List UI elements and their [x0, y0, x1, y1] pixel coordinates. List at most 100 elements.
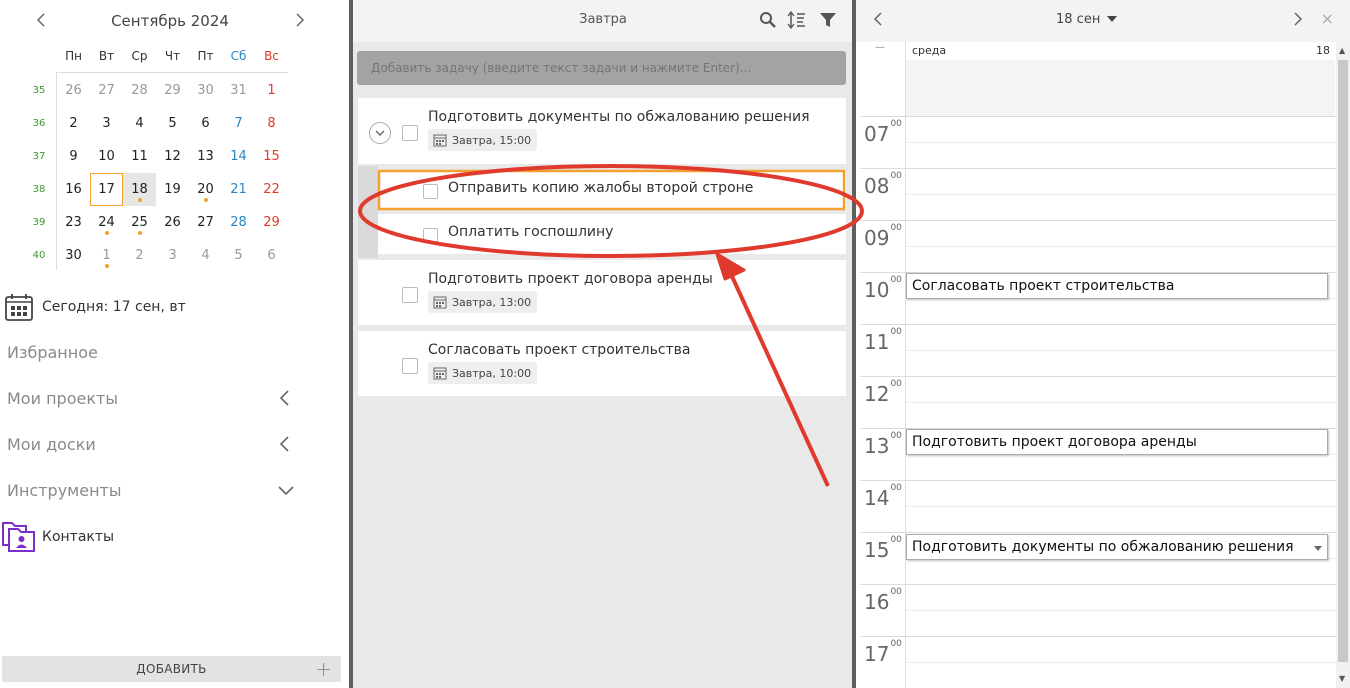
calendar-day[interactable]: 3 [156, 239, 189, 272]
subtask-title[interactable]: Оплатить госпошлину [448, 224, 613, 240]
calendar-day[interactable]: 29 [255, 206, 288, 239]
week-number: 37 [32, 151, 46, 162]
caret-down-icon[interactable] [1314, 546, 1322, 551]
calendar-day[interactable]: 6 [255, 239, 288, 272]
allday-collapse[interactable]: — [875, 42, 885, 53]
calendar-month-title[interactable]: Сентябрь 2024 [90, 12, 250, 30]
add-task-input[interactable] [357, 51, 846, 85]
calendar-day-today[interactable]: 17 [90, 173, 123, 206]
calendar-icon [433, 367, 447, 380]
expand-toggle[interactable] [369, 122, 391, 144]
day-prev-button[interactable] [872, 8, 884, 35]
hour-label: 0700 [864, 119, 902, 146]
calendar-day-label: 24 [98, 215, 115, 230]
task-title[interactable]: Подготовить проект договора аренды [428, 271, 713, 287]
calendar-divider [56, 72, 288, 73]
hour-value: 16 [864, 590, 890, 614]
nav-favorites[interactable]: Избранное [0, 337, 300, 367]
subtask-title[interactable]: Отправить копию жалобы второй строне [448, 180, 753, 196]
hour-line [860, 324, 1336, 325]
calendar-day[interactable]: 14 [222, 140, 255, 173]
day-date-dropdown[interactable]: 18 сен [1056, 12, 1118, 27]
calendar-day[interactable]: 9 [57, 140, 90, 173]
calendar-day[interactable]: 8 [255, 107, 288, 140]
week-number: 38 [32, 184, 46, 195]
calendar-day[interactable]: 23 [57, 206, 90, 239]
minute-value: 00 [890, 327, 902, 337]
left-panel: Сентябрь 2024 Пн Вт Ср Чт Пт Сб Вс 35 36… [0, 0, 349, 688]
hour-label: 1500 [864, 535, 902, 562]
scroll-down-icon[interactable]: ▼ [1339, 674, 1345, 683]
close-icon[interactable]: × [1321, 9, 1334, 28]
subtask-item[interactable]: Отправить копию жалобы второй строне [378, 170, 846, 210]
nav-my-projects[interactable]: Мои проекты [0, 383, 300, 413]
calendar-event[interactable]: Подготовить документы по обжалованию реш… [906, 534, 1328, 560]
calendar-day[interactable]: 19 [156, 173, 189, 206]
subtask-checkbox[interactable] [423, 228, 438, 243]
calendar-next-button[interactable] [294, 8, 306, 37]
event-dot [105, 231, 109, 235]
calendar-day[interactable]: 25 [123, 206, 156, 239]
day-view-scrollbar[interactable]: ▲ ▼ [1336, 42, 1350, 688]
allday-events-area[interactable] [905, 60, 1335, 116]
today-link[interactable]: Сегодня: 17 сен, вт [4, 292, 186, 322]
calendar-day[interactable]: 24 [90, 206, 123, 239]
calendar-day[interactable]: 26 [57, 74, 90, 107]
day-next-button[interactable] [1292, 8, 1304, 35]
calendar-day[interactable]: 1 [90, 239, 123, 272]
task-date-badge: Завтра, 15:00 [428, 129, 538, 151]
calendar-day[interactable]: 30 [57, 239, 90, 272]
calendar-day[interactable]: 7 [222, 107, 255, 140]
calendar-day[interactable]: 5 [156, 107, 189, 140]
search-icon[interactable] [758, 10, 778, 30]
calendar-event[interactable]: Подготовить проект договора аренды [906, 429, 1328, 455]
calendar-day[interactable]: 27 [189, 206, 222, 239]
task-checkbox[interactable] [402, 287, 418, 303]
add-button[interactable]: ДОБАВИТЬ + [2, 656, 341, 682]
calendar-day[interactable]: 15 [255, 140, 288, 173]
calendar-day[interactable]: 2 [57, 107, 90, 140]
calendar-day[interactable]: 11 [123, 140, 156, 173]
task-checkbox[interactable] [402, 358, 418, 374]
calendar-day[interactable]: 13 [189, 140, 222, 173]
calendar-day-selected[interactable]: 18 [123, 173, 156, 206]
calendar-day[interactable]: 4 [189, 239, 222, 272]
nav-my-boards[interactable]: Мои доски [0, 429, 300, 459]
filter-icon[interactable] [818, 10, 838, 30]
calendar-day[interactable]: 6 [189, 107, 222, 140]
nav-contacts[interactable]: Контакты [2, 520, 114, 554]
calendar-prev-button[interactable] [35, 8, 47, 37]
calendar-event[interactable]: Согласовать проект строительства [906, 273, 1328, 299]
calendar-day[interactable]: 3 [90, 107, 123, 140]
sort-icon[interactable] [787, 10, 807, 30]
calendar-day[interactable]: 28 [222, 206, 255, 239]
task-item[interactable]: Подготовить документы по обжалованию реш… [358, 98, 846, 164]
calendar-day[interactable]: 4 [123, 107, 156, 140]
task-checkbox[interactable] [402, 125, 418, 141]
calendar-day[interactable]: 12 [156, 140, 189, 173]
calendar-day[interactable]: 28 [123, 74, 156, 107]
scroll-thumb[interactable] [1338, 60, 1348, 662]
calendar-day[interactable]: 5 [222, 239, 255, 272]
calendar-day[interactable]: 31 [222, 74, 255, 107]
calendar-day[interactable]: 2 [123, 239, 156, 272]
task-title[interactable]: Согласовать проект строительства [428, 342, 691, 358]
task-item[interactable]: Согласовать проект строительства Завтра,… [358, 331, 846, 396]
chevron-down-icon [375, 130, 385, 136]
calendar-day[interactable]: 20 [189, 173, 222, 206]
task-title[interactable]: Подготовить документы по обжалованию реш… [428, 109, 810, 125]
calendar-day[interactable]: 30 [189, 74, 222, 107]
calendar-day[interactable]: 21 [222, 173, 255, 206]
scroll-up-icon[interactable]: ▲ [1339, 46, 1345, 55]
subtask-checkbox[interactable] [423, 184, 438, 199]
calendar-day[interactable]: 26 [156, 206, 189, 239]
calendar-day[interactable]: 1 [255, 74, 288, 107]
calendar-day[interactable]: 27 [90, 74, 123, 107]
calendar-day[interactable]: 29 [156, 74, 189, 107]
task-item[interactable]: Подготовить проект договора аренды Завтр… [358, 260, 846, 325]
calendar-day[interactable]: 10 [90, 140, 123, 173]
calendar-day[interactable]: 16 [57, 173, 90, 206]
calendar-day[interactable]: 22 [255, 173, 288, 206]
subtask-item[interactable]: Оплатить госпошлину [378, 214, 846, 254]
nav-tools[interactable]: Инструменты [0, 475, 300, 505]
